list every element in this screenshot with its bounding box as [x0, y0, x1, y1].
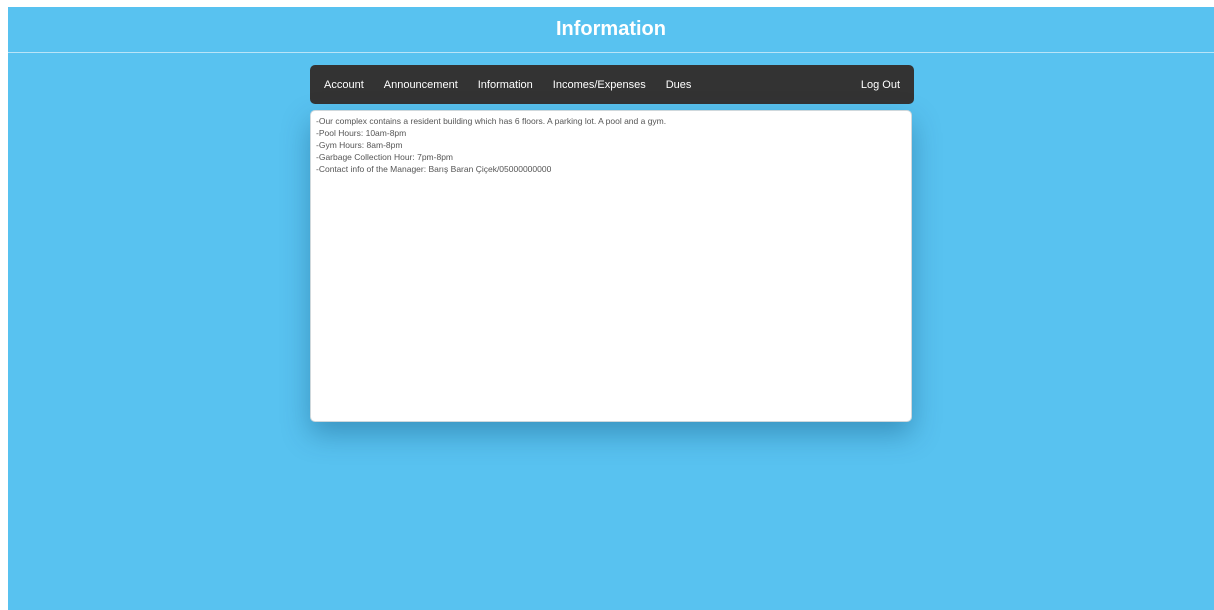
nav-bar: Account Announcement Information Incomes…	[310, 65, 914, 104]
page: Information Account Announcement Informa…	[8, 7, 1214, 610]
page-title: Information	[556, 18, 666, 40]
nav-item-dues[interactable]: Dues	[656, 79, 702, 91]
nav-item-information[interactable]: Information	[468, 79, 543, 91]
info-line: -Our complex contains a resident buildin…	[316, 116, 667, 126]
nav-item-incomes-expenses[interactable]: Incomes/Expenses	[543, 79, 656, 91]
info-line: -Garbage Collection Hour: 7pm-8pm	[316, 152, 454, 162]
logout-link[interactable]: Log Out	[851, 79, 914, 91]
nav-item-account[interactable]: Account	[310, 79, 374, 91]
nav-item-announcement[interactable]: Announcement	[374, 79, 468, 91]
info-line: -Pool Hours: 10am-8pm	[316, 128, 407, 138]
info-line: -Gym Hours: 8am-8pm	[316, 140, 403, 150]
info-line: -Contact info of the Manager: Barış Bara…	[316, 164, 552, 174]
page-header: Information	[8, 7, 1214, 53]
information-panel: -Our complex contains a resident buildin…	[310, 110, 912, 422]
